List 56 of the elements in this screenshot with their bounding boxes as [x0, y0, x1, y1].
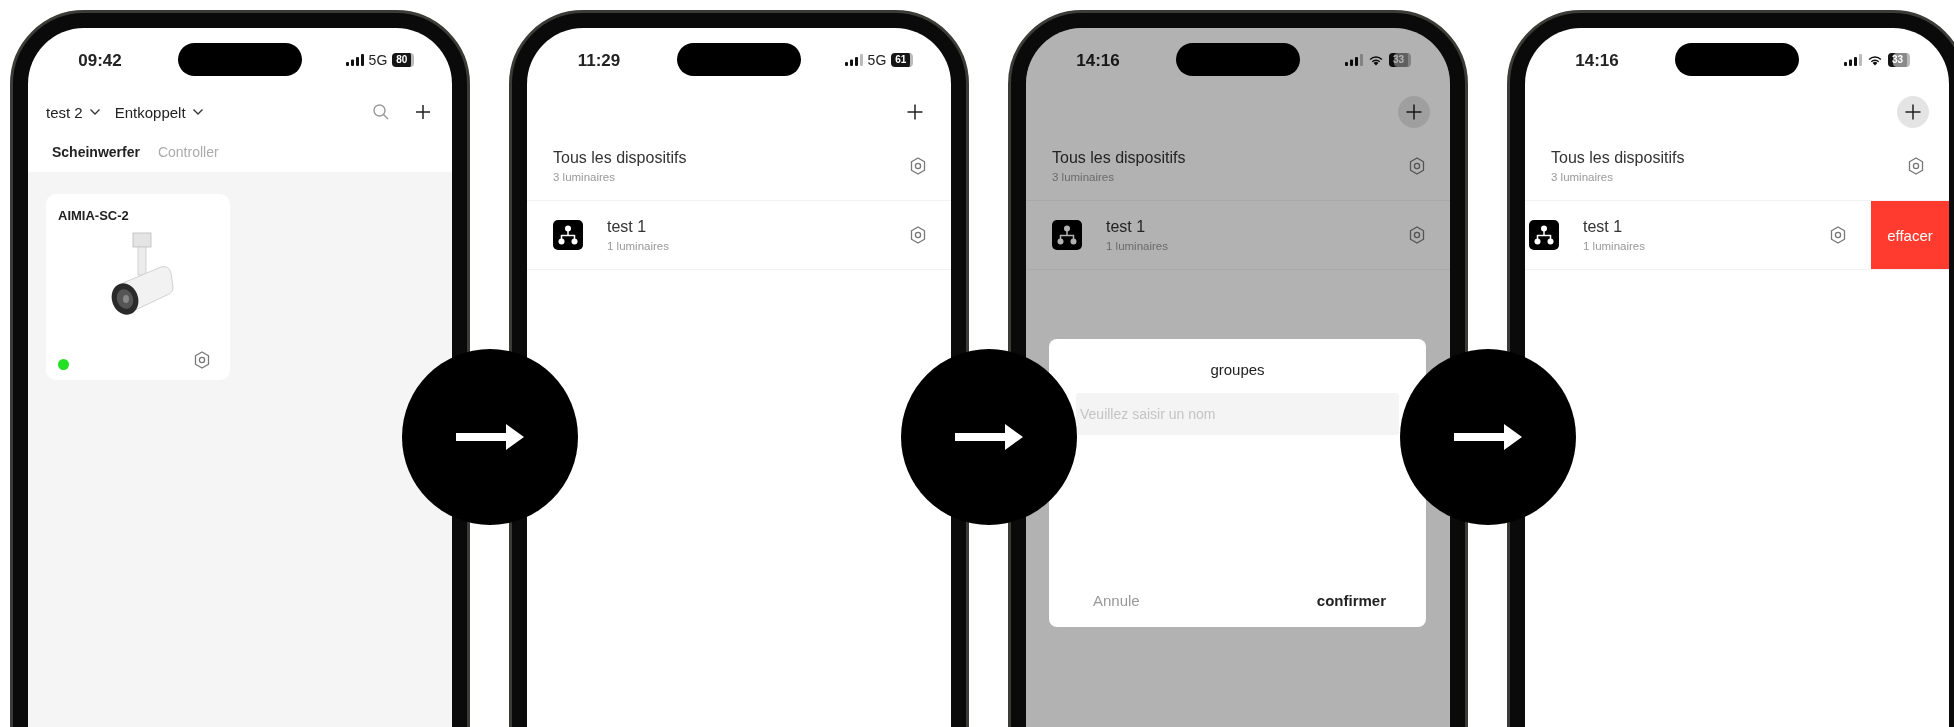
arrow-icon	[1453, 424, 1522, 450]
device-card[interactable]: AIMIA-SC-2	[46, 194, 230, 380]
settings-icon[interactable]	[1407, 156, 1427, 176]
group-name: Tous les dispositifs	[1551, 149, 1686, 167]
add-icon	[1904, 103, 1922, 121]
group-name: test 1	[607, 218, 648, 236]
arrow-icon	[455, 424, 524, 450]
group-name: Tous les dispositifs	[553, 149, 688, 167]
fixture-count: 3 luminaires	[1551, 171, 1614, 183]
signal-icon	[844, 54, 863, 66]
device-name: AIMIA-SC-2	[58, 208, 130, 223]
add-button[interactable]	[1398, 96, 1430, 128]
settings-icon[interactable]	[1407, 225, 1427, 245]
fixture-count: 1 luminaires	[1106, 240, 1169, 252]
group-name: test 1	[1106, 218, 1147, 236]
settings-icon[interactable]	[1906, 156, 1926, 176]
fixture-count: 3 luminaires	[553, 171, 616, 183]
signal-icon	[1843, 54, 1862, 66]
caret-icon	[191, 108, 204, 116]
signal-icon	[345, 54, 364, 66]
add-icon	[906, 103, 924, 121]
dialog-button[interactable]: confirmer	[1316, 592, 1386, 609]
settings-icon[interactable]	[192, 350, 212, 370]
hierarchy-icon	[1529, 220, 1559, 250]
battery-icon: 61	[891, 53, 914, 67]
wifi-icon	[1866, 54, 1883, 66]
caret-icon	[88, 108, 101, 116]
signal-icon	[1344, 54, 1363, 66]
dropdown-button[interactable]: Entkoppelt	[114, 103, 204, 121]
arrow-icon	[954, 424, 1023, 450]
tab[interactable]: Scheinwerfer	[52, 144, 140, 160]
battery-icon: 80	[392, 53, 415, 67]
status-time: 09:42	[78, 50, 123, 71]
dialog-title: groupes	[1210, 361, 1265, 378]
settings-icon[interactable]	[908, 225, 928, 245]
fixture-count: 1 luminaires	[1583, 240, 1646, 252]
settings-icon[interactable]	[1828, 225, 1848, 245]
fixture-count: 3 luminaires	[1052, 171, 1115, 183]
group-name: Tous les dispositifs	[1052, 149, 1187, 167]
wifi-icon	[1367, 54, 1384, 66]
fixture-count: 1 luminaires	[607, 240, 670, 252]
status-time: 14:16	[1076, 50, 1121, 71]
network-type: 5G	[368, 52, 388, 68]
search-icon[interactable]	[372, 103, 390, 121]
add-button[interactable]	[1897, 96, 1929, 128]
group-name: test 1	[1583, 218, 1624, 236]
delete-button[interactable]: effacer	[1871, 201, 1949, 269]
add-icon	[1405, 103, 1423, 121]
add-icon[interactable]	[414, 103, 432, 121]
status-time: 14:16	[1575, 50, 1620, 71]
hierarchy-icon	[1052, 220, 1082, 250]
status-time: 11:29	[577, 50, 622, 71]
settings-icon[interactable]	[908, 156, 928, 176]
dropdown-button[interactable]: test 2	[46, 103, 101, 121]
network-type: 5G	[867, 52, 887, 68]
hierarchy-icon	[553, 220, 583, 250]
